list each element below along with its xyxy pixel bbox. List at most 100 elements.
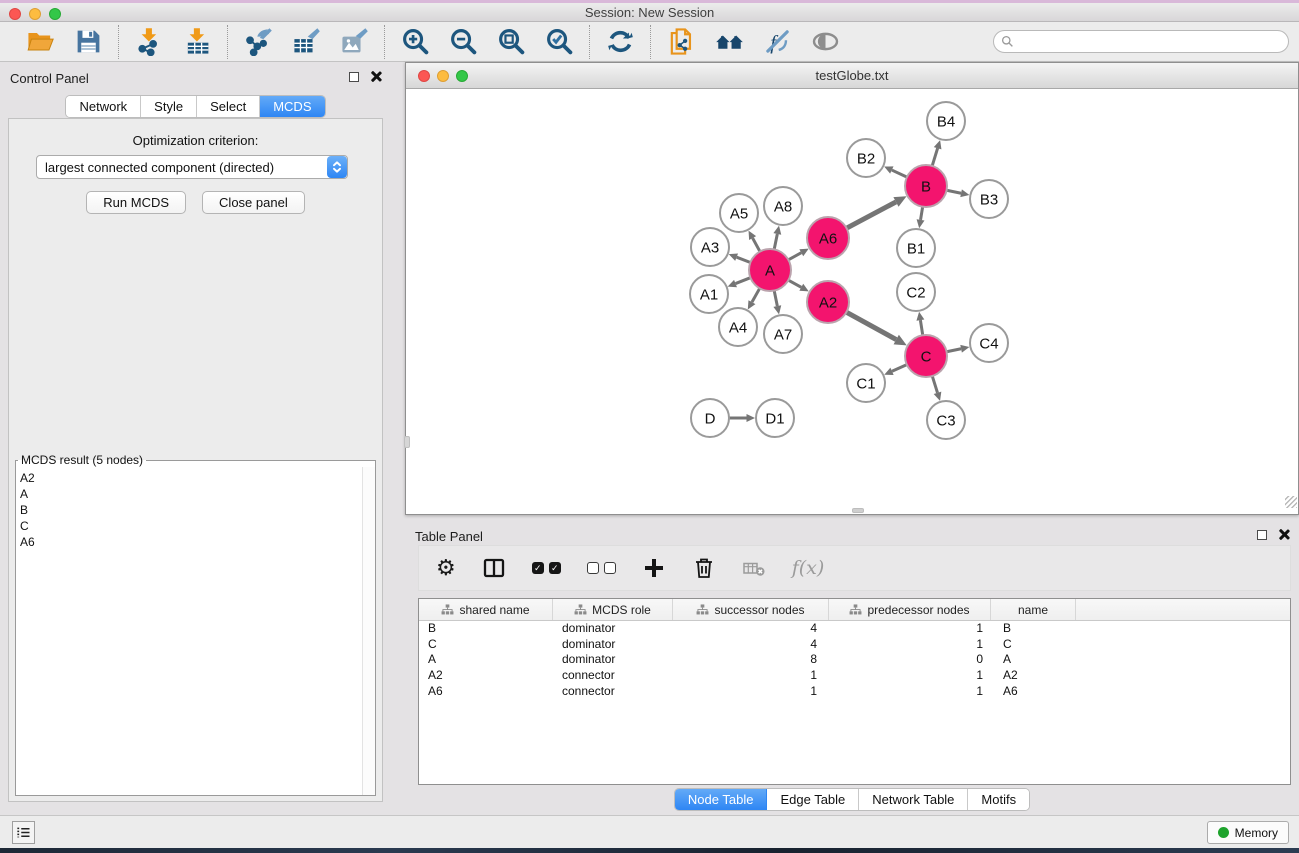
edge-C-C3[interactable] — [932, 376, 937, 393]
delete-table-icon[interactable] — [742, 553, 766, 583]
edge-A-A6[interactable] — [788, 253, 801, 260]
mcds-result-list[interactable]: A2ABCA6 — [16, 467, 362, 795]
graph-node-D[interactable]: D — [691, 399, 729, 437]
criterion-select[interactable]: largest connected component (directed) — [36, 155, 348, 179]
hide-graphics-details-icon[interactable]: f — [761, 26, 793, 58]
network-graph[interactable]: B4 B2 B B3 A8A5 A6 A3 B1 A C2 A1 A2 A4A7 C4 C C1 D D1 C3 — [406, 89, 1298, 509]
show-graphics-details-icon[interactable] — [809, 26, 841, 58]
graph-node-B1[interactable]: B1 — [897, 229, 935, 267]
tab-style[interactable]: Style — [141, 96, 197, 117]
graph-node-C[interactable]: C — [905, 335, 947, 377]
table-row[interactable]: Bdominator41B — [419, 621, 1290, 637]
horizontal-scroll-thumb[interactable] — [852, 508, 864, 513]
table-settings-icon[interactable]: ⚙ — [436, 553, 456, 583]
tab-select[interactable]: Select — [197, 96, 260, 117]
graph-node-A5[interactable]: A5 — [720, 194, 758, 232]
zoom-out-icon[interactable] — [447, 26, 479, 58]
table-row[interactable]: Adominator80A — [419, 652, 1290, 668]
vertical-scroll-thumb[interactable] — [404, 436, 410, 448]
edge-A6-B[interactable] — [847, 202, 896, 228]
column-header-successor-nodes[interactable]: successor nodes — [673, 599, 829, 620]
edge-C-C1[interactable] — [892, 365, 907, 372]
close-panel-button[interactable]: Close panel — [202, 191, 305, 214]
result-item[interactable]: A — [20, 486, 362, 502]
edge-B-B1[interactable] — [921, 207, 923, 220]
graph-node-C2[interactable]: C2 — [897, 273, 935, 311]
tab-node-table[interactable]: Node Table — [675, 789, 768, 810]
graph-node-C1[interactable]: C1 — [847, 364, 885, 402]
table-float-panel-icon[interactable] — [1257, 530, 1267, 540]
graph-node-A3[interactable]: A3 — [691, 228, 729, 266]
import-network-icon[interactable] — [133, 26, 165, 58]
edge-A-A7[interactable] — [774, 291, 777, 306]
result-scrollbar[interactable] — [362, 467, 375, 795]
export-network-icon[interactable] — [242, 26, 274, 58]
resize-handle[interactable] — [1285, 496, 1297, 508]
tab-network[interactable]: Network — [66, 96, 141, 117]
graph-node-A1[interactable]: A1 — [690, 275, 728, 313]
import-table-icon[interactable] — [181, 26, 213, 58]
graph-node-B3[interactable]: B3 — [970, 180, 1008, 218]
graph-node-A2[interactable]: A2 — [807, 281, 849, 323]
graph-node-B[interactable]: B — [905, 165, 947, 207]
delete-column-icon[interactable] — [692, 553, 716, 583]
result-item[interactable]: C — [20, 518, 362, 534]
zoom-fit-icon[interactable] — [495, 26, 527, 58]
column-header-MCDS-role[interactable]: MCDS role — [553, 599, 673, 620]
graph-node-B4[interactable]: B4 — [927, 102, 965, 140]
deselect-all-icon[interactable] — [587, 553, 616, 583]
export-table-icon[interactable] — [290, 26, 322, 58]
graph-node-A8[interactable]: A8 — [764, 187, 802, 225]
edge-A-A8[interactable] — [774, 234, 777, 249]
table-close-panel-icon[interactable] — [1278, 529, 1289, 540]
graph-node-A7[interactable]: A7 — [764, 315, 802, 353]
edge-B-B4[interactable] — [932, 148, 937, 166]
edge-A-A4[interactable] — [752, 288, 760, 302]
select-all-icon[interactable]: ✓✓ — [532, 553, 561, 583]
edge-B-B2[interactable] — [892, 170, 907, 177]
graph-node-C3[interactable]: C3 — [927, 401, 965, 439]
column-header-shared-name[interactable]: shared name — [419, 599, 553, 620]
add-column-icon[interactable] — [642, 553, 666, 583]
table-row[interactable]: Cdominator41C — [419, 637, 1290, 653]
graph-node-C4[interactable]: C4 — [970, 324, 1008, 362]
graph-node-A[interactable]: A — [749, 249, 791, 291]
tab-edge-table[interactable]: Edge Table — [767, 789, 859, 810]
zoom-in-icon[interactable] — [399, 26, 431, 58]
run-mcds-button[interactable]: Run MCDS — [86, 191, 186, 214]
result-item[interactable]: B — [20, 502, 362, 518]
first-neighbors-icon[interactable] — [713, 26, 745, 58]
new-network-from-selection-icon[interactable] — [665, 26, 697, 58]
graph-node-A6[interactable]: A6 — [807, 217, 849, 259]
result-item[interactable]: A2 — [20, 470, 362, 486]
edge-A2-C[interactable] — [846, 312, 896, 339]
edge-A-A1[interactable] — [736, 278, 751, 284]
float-panel-icon[interactable] — [349, 72, 359, 82]
zoom-selected-icon[interactable] — [543, 26, 575, 58]
export-image-icon[interactable] — [338, 26, 370, 58]
result-item[interactable]: A6 — [20, 534, 362, 550]
edge-A-A2[interactable] — [788, 280, 801, 287]
graph-node-D1[interactable]: D1 — [756, 399, 794, 437]
tab-network-table[interactable]: Network Table — [859, 789, 968, 810]
graph-node-A4[interactable]: A4 — [719, 308, 757, 346]
column-header-name[interactable]: name — [991, 599, 1076, 620]
edge-A-A5[interactable] — [753, 238, 760, 252]
network-canvas[interactable]: B4 B2 B B3 A8A5 A6 A3 B1 A C2 A1 A2 A4A7 C4 C C1 D D1 C3 — [406, 89, 1298, 509]
search-input[interactable] — [1018, 33, 1288, 51]
function-builder-icon[interactable]: f(x) — [792, 553, 825, 583]
edge-B-B3[interactable] — [947, 190, 962, 193]
table-row[interactable]: A6connector11A6 — [419, 684, 1290, 700]
edge-C-C2[interactable] — [920, 320, 922, 335]
memory-button[interactable]: Memory — [1207, 821, 1289, 844]
refresh-icon[interactable] — [604, 26, 636, 58]
save-session-icon[interactable] — [72, 26, 104, 58]
close-panel-icon[interactable] — [370, 71, 381, 82]
edge-C-C4[interactable] — [947, 349, 962, 352]
graph-node-B2[interactable]: B2 — [847, 139, 885, 177]
edge-A-A3[interactable] — [737, 257, 751, 262]
show-columns-icon[interactable] — [482, 553, 506, 583]
table-row[interactable]: A2connector11A2 — [419, 668, 1290, 684]
open-file-icon[interactable] — [24, 26, 56, 58]
task-history-button[interactable] — [12, 821, 35, 844]
